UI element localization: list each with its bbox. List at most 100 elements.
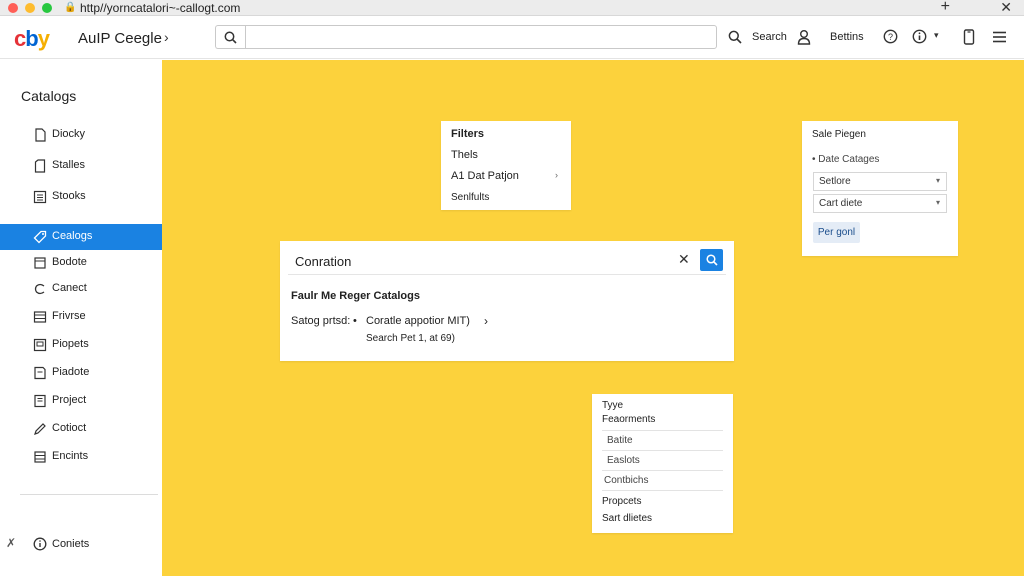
- tag-icon: [33, 230, 47, 244]
- phone-icon[interactable]: [963, 29, 975, 45]
- divider: [288, 274, 726, 275]
- settings-button[interactable]: Bettins: [830, 31, 864, 43]
- divider: [602, 490, 723, 491]
- close-window-button[interactable]: [8, 3, 18, 13]
- sidebar-item-label: Frivrse: [52, 310, 86, 322]
- filters-link[interactable]: Senlfults: [451, 192, 489, 203]
- menu-icon[interactable]: [992, 31, 1007, 43]
- folder-icon: [34, 394, 46, 408]
- sidebar-item-diocky[interactable]: Diocky: [0, 122, 162, 148]
- help-icon[interactable]: ?: [883, 29, 898, 44]
- sidebar-item-label: Cealogs: [52, 230, 93, 242]
- sidebar-item-stooks[interactable]: Stooks: [0, 184, 162, 210]
- catalog-search-input[interactable]: Conration: [295, 254, 351, 269]
- address-bar[interactable]: http//yorncatalori~-callogt.com: [80, 1, 240, 15]
- search-icon[interactable]: [728, 30, 742, 44]
- new-tab-button[interactable]: +: [941, 0, 950, 16]
- site-header: cby AuIP Ceegle › Search Bettins ? ▾: [0, 17, 1024, 59]
- note-icon: [34, 366, 46, 380]
- results-heading: Faulr Me Reger Catalogs: [291, 290, 420, 302]
- chevron-right-icon[interactable]: ›: [555, 170, 558, 180]
- sidebar-item-label: Cotioct: [52, 422, 87, 434]
- sidebar-item-label: Bodote: [52, 256, 87, 268]
- info-icon: [33, 537, 47, 551]
- search-icon[interactable]: [215, 25, 245, 49]
- sale-panel: Sale Piegen • Date Catages Setlore ▾ Cart…: [802, 121, 958, 256]
- panel-subtitle: • Date Catages: [812, 154, 880, 165]
- chevron-down-icon: ▾: [935, 198, 940, 207]
- chevron-right-icon[interactable]: ›: [484, 314, 488, 328]
- type-option[interactable]: Easlots: [607, 455, 640, 466]
- divider: [602, 450, 723, 451]
- sidebar-item-bodote[interactable]: Bodote: [0, 250, 162, 276]
- search-icon: [706, 254, 718, 266]
- search-panel: Conration ✕ Faulr Me Reger Catalogs Sato…: [280, 241, 734, 361]
- sidebar-item-stalles[interactable]: Stalles: [0, 153, 162, 179]
- box-icon: [34, 257, 46, 269]
- stack-icon: [34, 451, 46, 463]
- sidebar-item-project[interactable]: Project: [0, 388, 162, 414]
- pen-icon: [34, 423, 46, 435]
- type-option[interactable]: Contbichs: [604, 475, 648, 486]
- sidebar-item-cotioct[interactable]: Cotioct: [0, 416, 162, 442]
- chevron-down-icon[interactable]: ▾: [934, 30, 939, 41]
- panel-title: Filters: [451, 128, 485, 140]
- sidebar: Catalogs Diocky Stalles Stooks Cealogs B…: [0, 60, 162, 576]
- sidebar-item-label: Piopets: [52, 338, 89, 350]
- filter-option[interactable]: A1 Dat Patjon: [451, 170, 519, 182]
- sidebar-item-label: Stooks: [52, 190, 86, 202]
- type-link[interactable]: Sart dlietes: [602, 513, 652, 524]
- search-button[interactable]: [700, 249, 723, 271]
- info-icon[interactable]: [912, 29, 927, 44]
- search-button[interactable]: Search: [752, 31, 787, 43]
- bullet: •: [353, 315, 357, 327]
- brand-name[interactable]: AuIP Ceegle: [78, 30, 162, 47]
- svg-text:?: ?: [888, 32, 893, 42]
- sidebar-item-label: Project: [52, 394, 87, 406]
- type-panel: Tyye Feaorments Batite Easlots Contbichs…: [592, 394, 733, 533]
- sidebar-bottom-link[interactable]: Coniets: [52, 538, 89, 550]
- sidebar-divider: [20, 494, 158, 495]
- result-link[interactable]: Coratle appotior MIT): [366, 315, 470, 327]
- panel-title: Sale Piegen: [812, 129, 866, 140]
- sale-select-1[interactable]: Setlore ▾: [813, 172, 947, 191]
- sidebar-item-label: Stalles: [52, 159, 86, 171]
- chevron-right-icon[interactable]: ›: [164, 29, 169, 45]
- lock-icon: 🔒: [64, 2, 77, 13]
- list-icon: [33, 190, 47, 204]
- panel-subtitle: Feaorments: [602, 414, 656, 425]
- result-prefix[interactable]: Satog prtsd:: [291, 315, 350, 327]
- sidebar-item-piopets[interactable]: Piopets: [0, 332, 162, 358]
- browser-titlebar: 🔒 http//yorncatalori~-callogt.com + ✕: [0, 0, 1024, 16]
- sidebar-item-encints[interactable]: Encints: [0, 444, 162, 470]
- sidebar-item-frivrse[interactable]: Frivrse: [0, 304, 162, 330]
- logo[interactable]: cby: [14, 26, 50, 52]
- minimize-window-button[interactable]: [25, 3, 35, 13]
- type-option[interactable]: Batite: [607, 435, 633, 446]
- result-meta: Search Pet 1, at 69): [366, 333, 455, 344]
- filter-option[interactable]: Thels: [451, 149, 478, 161]
- sidebar-item-label: Canect: [52, 282, 87, 294]
- maximize-window-button[interactable]: [42, 3, 52, 13]
- filters-panel: Filters Thels A1 Dat Patjon › Senlfults: [441, 121, 571, 210]
- user-icon[interactable]: [797, 29, 811, 45]
- search-input[interactable]: [245, 25, 717, 49]
- page-icon: [33, 338, 47, 352]
- file-icon: [34, 159, 46, 173]
- close-tab-icon[interactable]: ✕: [1000, 0, 1012, 16]
- chevron-down-icon: ▾: [935, 176, 940, 185]
- section-label: Propcets: [602, 496, 642, 507]
- sidebar-title: Catalogs: [21, 88, 77, 104]
- apply-button[interactable]: Per gonl: [813, 222, 860, 243]
- sidebar-item-label: Diocky: [52, 128, 86, 140]
- sidebar-item-piadote[interactable]: Piadote: [0, 360, 162, 386]
- grid-icon: [33, 311, 47, 323]
- sidebar-item-label: Encints: [52, 450, 89, 462]
- sidebar-item-cealogs[interactable]: Cealogs: [0, 224, 162, 250]
- sidebar-item-canect[interactable]: Canect: [0, 276, 162, 302]
- link-icon: [34, 283, 45, 295]
- collapse-icon[interactable]: ✗: [6, 536, 16, 550]
- sale-select-2[interactable]: Cart diete ▾: [813, 194, 947, 213]
- panel-title: Tyye: [602, 400, 624, 411]
- clear-icon[interactable]: ✕: [678, 251, 690, 268]
